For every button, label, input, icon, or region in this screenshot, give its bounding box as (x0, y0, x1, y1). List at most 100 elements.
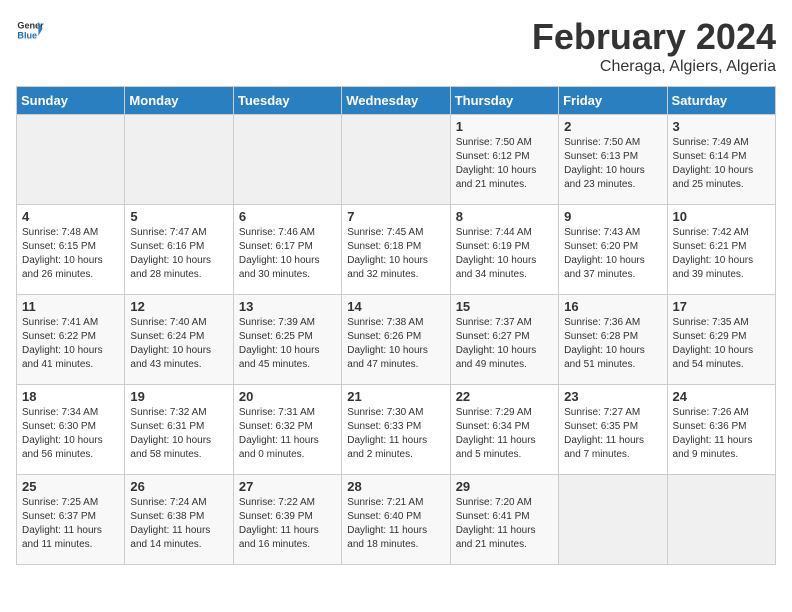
weekday-header: Tuesday (233, 87, 341, 115)
title-area: February 2024 Cheraga, Algiers, Algeria (532, 16, 776, 76)
calendar-week-row: 4 Sunrise: 7:48 AM Sunset: 6:15 PM Daylig… (17, 205, 776, 295)
day-number: 5 (130, 209, 227, 224)
day-number: 13 (239, 299, 336, 314)
calendar-cell: 1 Sunrise: 7:50 AM Sunset: 6:12 PM Daylig… (450, 115, 558, 205)
day-number: 2 (564, 119, 661, 134)
calendar-cell: 24 Sunrise: 7:26 AM Sunset: 6:36 PM Dayli… (667, 385, 775, 475)
month-year: February 2024 (532, 16, 776, 58)
day-number: 20 (239, 389, 336, 404)
calendar-cell: 11 Sunrise: 7:41 AM Sunset: 6:22 PM Dayli… (17, 295, 125, 385)
weekday-header: Saturday (667, 87, 775, 115)
day-info: Sunrise: 7:26 AM Sunset: 6:36 PM Dayligh… (673, 406, 770, 462)
day-info: Sunrise: 7:34 AM Sunset: 6:30 PM Dayligh… (22, 406, 119, 462)
day-info: Sunrise: 7:46 AM Sunset: 6:17 PM Dayligh… (239, 226, 336, 282)
day-info: Sunrise: 7:22 AM Sunset: 6:39 PM Dayligh… (239, 496, 336, 552)
calendar-week-row: 18 Sunrise: 7:34 AM Sunset: 6:30 PM Dayli… (17, 385, 776, 475)
svg-text:Blue: Blue (17, 30, 37, 40)
day-number: 10 (673, 209, 770, 224)
location: Cheraga, Algiers, Algeria (532, 58, 776, 76)
day-info: Sunrise: 7:50 AM Sunset: 6:12 PM Dayligh… (456, 136, 553, 192)
logo-icon: General Blue (16, 16, 44, 44)
day-number: 28 (347, 479, 444, 494)
day-info: Sunrise: 7:32 AM Sunset: 6:31 PM Dayligh… (130, 406, 227, 462)
day-number: 22 (456, 389, 553, 404)
calendar-cell (342, 115, 450, 205)
weekday-header: Thursday (450, 87, 558, 115)
calendar-cell: 23 Sunrise: 7:27 AM Sunset: 6:35 PM Dayli… (559, 385, 667, 475)
calendar-cell: 4 Sunrise: 7:48 AM Sunset: 6:15 PM Daylig… (17, 205, 125, 295)
day-number: 23 (564, 389, 661, 404)
day-number: 3 (673, 119, 770, 134)
day-number: 29 (456, 479, 553, 494)
day-info: Sunrise: 7:45 AM Sunset: 6:18 PM Dayligh… (347, 226, 444, 282)
day-info: Sunrise: 7:27 AM Sunset: 6:35 PM Dayligh… (564, 406, 661, 462)
day-number: 16 (564, 299, 661, 314)
day-number: 19 (130, 389, 227, 404)
day-number: 11 (22, 299, 119, 314)
calendar-cell: 5 Sunrise: 7:47 AM Sunset: 6:16 PM Daylig… (125, 205, 233, 295)
day-number: 18 (22, 389, 119, 404)
day-number: 15 (456, 299, 553, 314)
day-number: 7 (347, 209, 444, 224)
calendar-cell: 2 Sunrise: 7:50 AM Sunset: 6:13 PM Daylig… (559, 115, 667, 205)
calendar-week-row: 25Sunrise: 7:25 AM Sunset: 6:37 PM Dayli… (17, 475, 776, 565)
day-info: Sunrise: 7:47 AM Sunset: 6:16 PM Dayligh… (130, 226, 227, 282)
calendar-cell: 17 Sunrise: 7:35 AM Sunset: 6:29 PM Dayli… (667, 295, 775, 385)
day-info: Sunrise: 7:21 AM Sunset: 6:40 PM Dayligh… (347, 496, 444, 552)
weekday-header-row: SundayMondayTuesdayWednesdayThursdayFrid… (17, 87, 776, 115)
calendar-cell: 28 Sunrise: 7:21 AM Sunset: 6:40 PM Dayli… (342, 475, 450, 565)
day-info: Sunrise: 7:20 AM Sunset: 6:41 PM Dayligh… (456, 496, 553, 552)
calendar-cell (667, 475, 775, 565)
calendar-cell: 19 Sunrise: 7:32 AM Sunset: 6:31 PM Dayli… (125, 385, 233, 475)
calendar-cell: 18 Sunrise: 7:34 AM Sunset: 6:30 PM Dayli… (17, 385, 125, 475)
calendar-cell: 6 Sunrise: 7:46 AM Sunset: 6:17 PM Daylig… (233, 205, 341, 295)
day-info: Sunrise: 7:41 AM Sunset: 6:22 PM Dayligh… (22, 316, 119, 372)
day-number: 8 (456, 209, 553, 224)
day-number: 27 (239, 479, 336, 494)
day-number: 24 (673, 389, 770, 404)
day-info: Sunrise: 7:43 AM Sunset: 6:20 PM Dayligh… (564, 226, 661, 282)
calendar-cell: 9 Sunrise: 7:43 AM Sunset: 6:20 PM Daylig… (559, 205, 667, 295)
calendar-cell: 14Sunrise: 7:38 AM Sunset: 6:26 PM Dayli… (342, 295, 450, 385)
day-info: Sunrise: 7:50 AM Sunset: 6:13 PM Dayligh… (564, 136, 661, 192)
calendar-cell (233, 115, 341, 205)
calendar-cell: 26Sunrise: 7:24 AM Sunset: 6:38 PM Dayli… (125, 475, 233, 565)
calendar-cell: 16Sunrise: 7:36 AM Sunset: 6:28 PM Dayli… (559, 295, 667, 385)
day-number: 17 (673, 299, 770, 314)
day-info: Sunrise: 7:29 AM Sunset: 6:34 PM Dayligh… (456, 406, 553, 462)
calendar-cell (17, 115, 125, 205)
calendar-cell: 13 Sunrise: 7:39 AM Sunset: 6:25 PM Dayli… (233, 295, 341, 385)
calendar-week-row: 11 Sunrise: 7:41 AM Sunset: 6:22 PM Dayli… (17, 295, 776, 385)
calendar-cell: 12Sunrise: 7:40 AM Sunset: 6:24 PM Dayli… (125, 295, 233, 385)
header: General Blue February 2024 Cheraga, Algi… (16, 16, 776, 76)
calendar-cell: 27 Sunrise: 7:22 AM Sunset: 6:39 PM Dayli… (233, 475, 341, 565)
calendar-cell: 25Sunrise: 7:25 AM Sunset: 6:37 PM Dayli… (17, 475, 125, 565)
day-info: Sunrise: 7:30 AM Sunset: 6:33 PM Dayligh… (347, 406, 444, 462)
day-info: Sunrise: 7:25 AM Sunset: 6:37 PM Dayligh… (22, 496, 119, 552)
calendar-cell: 20 Sunrise: 7:31 AM Sunset: 6:32 PM Dayli… (233, 385, 341, 475)
day-info: Sunrise: 7:31 AM Sunset: 6:32 PM Dayligh… (239, 406, 336, 462)
day-info: Sunrise: 7:24 AM Sunset: 6:38 PM Dayligh… (130, 496, 227, 552)
calendar-cell (125, 115, 233, 205)
day-number: 12 (130, 299, 227, 314)
logo: General Blue (16, 16, 44, 44)
day-info: Sunrise: 7:38 AM Sunset: 6:26 PM Dayligh… (347, 316, 444, 372)
day-number: 4 (22, 209, 119, 224)
calendar-cell: 8Sunrise: 7:44 AM Sunset: 6:19 PM Daylig… (450, 205, 558, 295)
day-info: Sunrise: 7:35 AM Sunset: 6:29 PM Dayligh… (673, 316, 770, 372)
weekday-header: Monday (125, 87, 233, 115)
calendar-cell: 10 Sunrise: 7:42 AM Sunset: 6:21 PM Dayli… (667, 205, 775, 295)
day-info: Sunrise: 7:42 AM Sunset: 6:21 PM Dayligh… (673, 226, 770, 282)
day-info: Sunrise: 7:48 AM Sunset: 6:15 PM Dayligh… (22, 226, 119, 282)
day-info: Sunrise: 7:39 AM Sunset: 6:25 PM Dayligh… (239, 316, 336, 372)
calendar-cell (559, 475, 667, 565)
day-number: 21 (347, 389, 444, 404)
weekday-header: Friday (559, 87, 667, 115)
calendar-cell: 15Sunrise: 7:37 AM Sunset: 6:27 PM Dayli… (450, 295, 558, 385)
day-number: 1 (456, 119, 553, 134)
day-number: 6 (239, 209, 336, 224)
calendar-cell: 3Sunrise: 7:49 AM Sunset: 6:14 PM Daylig… (667, 115, 775, 205)
calendar-cell: 21 Sunrise: 7:30 AM Sunset: 6:33 PM Dayli… (342, 385, 450, 475)
day-number: 9 (564, 209, 661, 224)
weekday-header: Sunday (17, 87, 125, 115)
